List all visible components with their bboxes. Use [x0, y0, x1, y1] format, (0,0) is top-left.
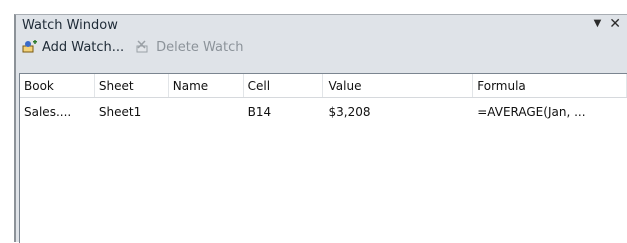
column-header-cell[interactable]: Cell	[244, 74, 323, 97]
column-header-name[interactable]: Name	[169, 74, 244, 97]
delete-watch-button[interactable]: Delete Watch	[136, 39, 244, 55]
title-bar[interactable]: Watch Window ▼ ✕	[16, 15, 627, 35]
cell-value: $3,208	[328, 105, 371, 119]
cell-cell: B14	[247, 105, 272, 119]
column-header-book[interactable]: Book	[20, 74, 95, 97]
column-header-value[interactable]: Value	[323, 74, 474, 97]
cell-book: Sales....	[24, 105, 72, 119]
add-watch-label: Add Watch...	[42, 39, 125, 55]
table-row[interactable]: Sales.... Sheet1 B14 $3,208 =AVERAGE(Jan…	[20, 101, 627, 123]
window-title: Watch Window	[22, 17, 118, 33]
cell-name	[169, 101, 244, 123]
title-controls: ▼ ✕	[594, 16, 621, 32]
watch-list[interactable]: Book Sheet Name Cell Value Formula Sales…	[19, 73, 627, 243]
list-header: Book Sheet Name Cell Value Formula	[20, 74, 627, 98]
cell-formula: =AVERAGE(Jan, ...	[477, 105, 586, 119]
delete-watch-icon	[136, 40, 148, 53]
column-header-sheet[interactable]: Sheet	[95, 74, 169, 97]
delete-watch-label: Delete Watch	[156, 39, 244, 55]
cell-sheet: Sheet1	[98, 105, 142, 119]
add-watch-icon	[22, 40, 37, 53]
column-header-formula[interactable]: Formula	[473, 74, 627, 97]
dropdown-arrow-icon[interactable]: ▼	[594, 16, 602, 32]
add-watch-button[interactable]: Add Watch...	[22, 40, 124, 55]
close-icon[interactable]: ✕	[609, 16, 621, 32]
toolbar: Add Watch... Delete Watch	[16, 35, 627, 59]
watch-window: Watch Window ▼ ✕ Add Watch... Delete Wat…	[14, 14, 627, 243]
